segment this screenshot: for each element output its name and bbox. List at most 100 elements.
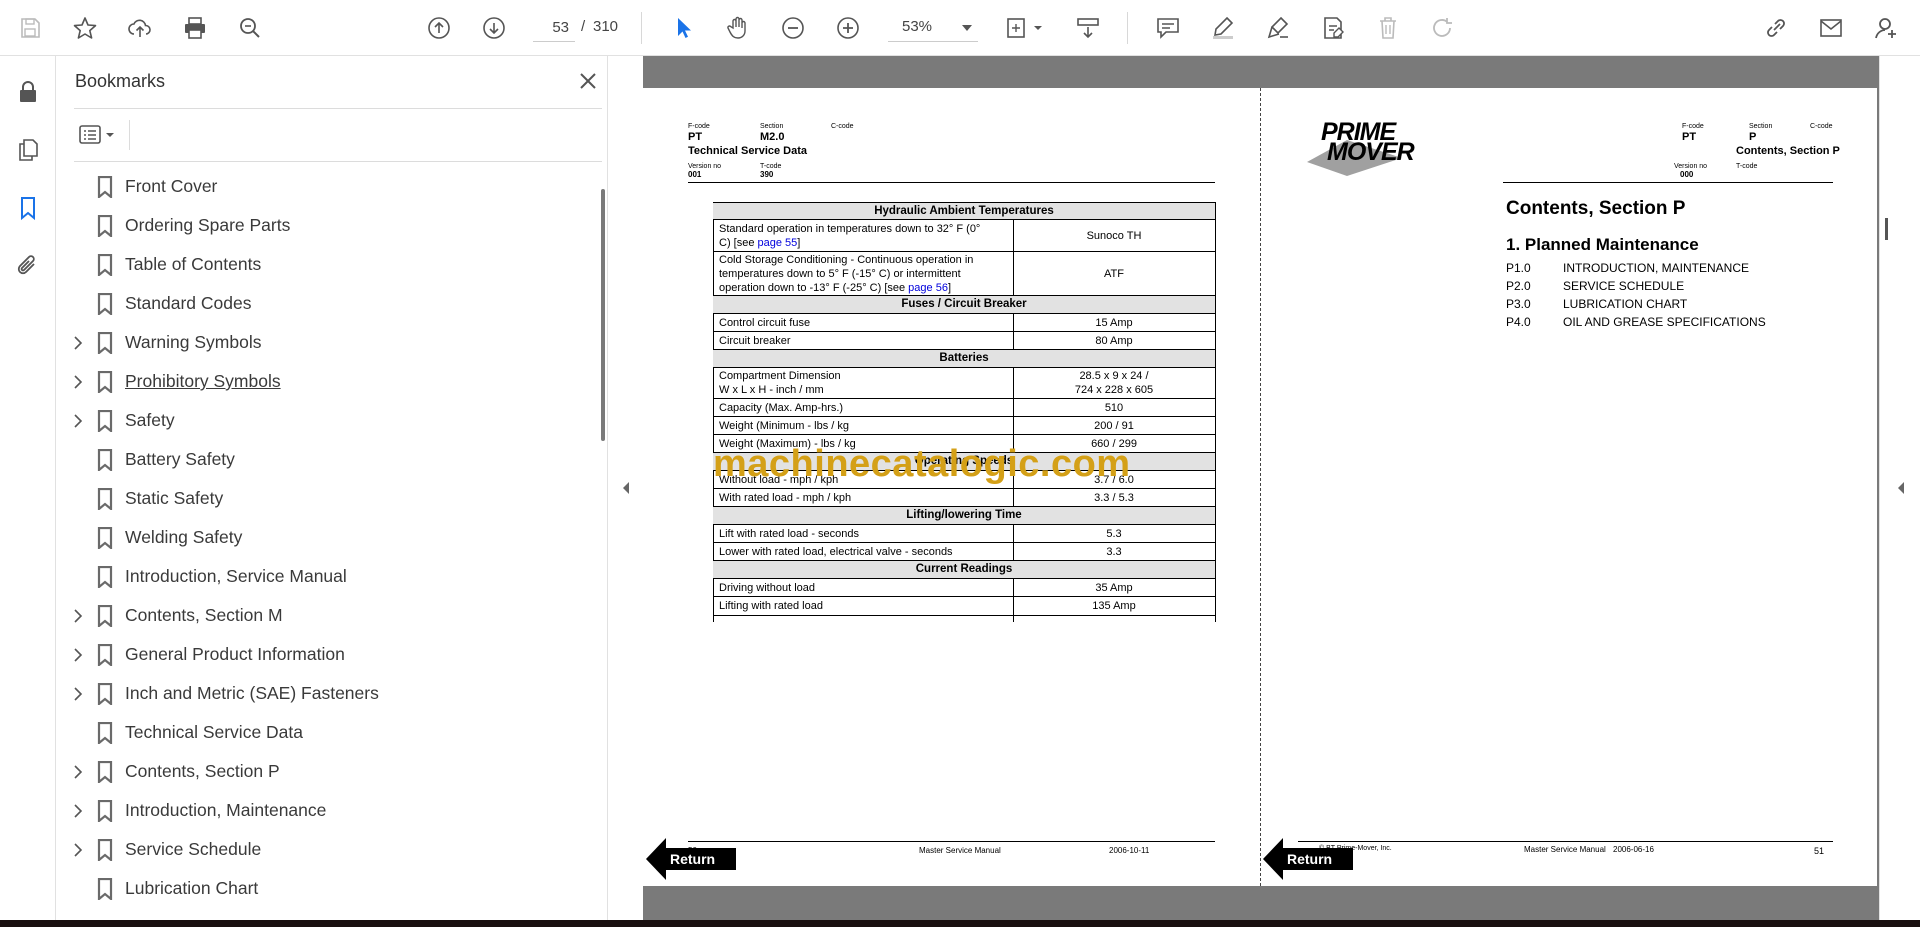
bookmark-item[interactable]: Contents, Section P	[57, 753, 577, 792]
scroll-mode-icon[interactable]	[1072, 12, 1104, 44]
pages-thumbnail-icon[interactable]	[12, 134, 44, 166]
return-button[interactable]: Return	[1263, 838, 1353, 880]
footer-rule	[688, 841, 1215, 842]
section-value: P	[1749, 131, 1757, 143]
toc-entry[interactable]: OIL AND GREASE SPECIFICATIONS	[1563, 315, 1766, 329]
chevron-right-icon[interactable]	[71, 412, 85, 430]
hand-tool-icon[interactable]	[722, 12, 754, 44]
table-cell: Cold Storage Conditioning - Continuous o…	[719, 254, 974, 294]
toc-number[interactable]: P2.0	[1506, 279, 1531, 293]
footer-rule	[1298, 841, 1833, 842]
email-icon[interactable]	[1815, 12, 1847, 44]
toc-entry[interactable]: LUBRICATION CHART	[1563, 297, 1687, 311]
bookmark-item[interactable]: Service Schedule	[57, 831, 577, 870]
chevron-right-icon[interactable]	[71, 841, 85, 859]
table-cell: Lift with rated load - seconds	[719, 528, 860, 540]
bookmark-item[interactable]: Introduction, Service Manual	[57, 558, 577, 597]
table-section-header: Lifting/lowering Time	[713, 507, 1215, 525]
upload-cloud-icon[interactable]	[124, 12, 156, 44]
redo-icon[interactable]	[1427, 12, 1459, 44]
close-icon[interactable]	[575, 68, 601, 94]
previous-page-icon[interactable]	[423, 12, 455, 44]
lock-icon[interactable]	[12, 76, 44, 108]
page-link[interactable]: page 56	[908, 282, 948, 294]
bookmark-item[interactable]: Safety	[57, 402, 577, 441]
bookmark-item[interactable]: Standard Codes	[57, 285, 577, 324]
page-link[interactable]: page 55	[758, 237, 798, 249]
zoom-in-icon[interactable]	[832, 12, 864, 44]
bookmark-item[interactable]: Contents, Section M	[57, 597, 577, 636]
chevron-right-icon[interactable]	[71, 646, 85, 664]
bookmark-label: Lubrication Chart	[125, 878, 259, 898]
bookmark-item[interactable]: Table of Contents	[57, 246, 577, 285]
draw-pen-icon[interactable]	[1262, 12, 1294, 44]
page-spread: F-code Section C-code PT M2.0 Technical …	[643, 88, 1877, 886]
footer-date: 2006-06-16	[1613, 845, 1654, 854]
expand-panel-icon[interactable]	[1896, 480, 1906, 496]
chevron-right-icon[interactable]	[71, 373, 85, 391]
toc-number[interactable]: P3.0	[1506, 297, 1531, 311]
toc-entry[interactable]: SERVICE SCHEDULE	[1563, 279, 1684, 293]
print-icon[interactable]	[179, 12, 211, 44]
add-user-icon[interactable]	[1870, 12, 1902, 44]
toc-entry[interactable]: INTRODUCTION, MAINTENANCE	[1563, 261, 1749, 275]
chevron-right-icon[interactable]	[71, 607, 85, 625]
panel-title: Bookmarks	[75, 71, 166, 91]
page-number-input[interactable]	[533, 14, 575, 42]
table-cell: Compartment Dimension W x L x H - inch / …	[719, 370, 841, 396]
document-viewport[interactable]: F-code Section C-code PT M2.0 Technical …	[643, 56, 1879, 920]
edit-text-icon[interactable]	[1317, 12, 1349, 44]
bookmark-item[interactable]: Battery Safety	[57, 441, 577, 480]
bookmark-item[interactable]: Technical Service Data	[57, 714, 577, 753]
panel-resize-handle[interactable]	[607, 56, 643, 920]
table-cell: Capacity (Max. Amp-hrs.)	[719, 402, 844, 414]
bookmark-item[interactable]: Inch and Metric (SAE) Fasteners	[57, 675, 577, 714]
zoom-search-icon[interactable]	[234, 12, 266, 44]
bookmark-item[interactable]: Lubrication Chart	[57, 870, 577, 909]
comment-icon[interactable]	[1152, 12, 1184, 44]
bookmark-item[interactable]: Warning Symbols	[57, 324, 577, 363]
divider	[74, 161, 602, 162]
document-scrollbar-thumb[interactable]	[1885, 218, 1888, 240]
bookmark-item[interactable]: Front Cover	[57, 168, 577, 207]
toc-number[interactable]: P4.0	[1506, 315, 1531, 329]
scrollbar-thumb[interactable]	[601, 189, 605, 441]
prime-mover-logo: PRIME MOVER	[1307, 118, 1442, 180]
fit-page-icon[interactable]	[1000, 12, 1048, 44]
bookmark-item[interactable]: Welding Safety	[57, 519, 577, 558]
bookmark-label: Battery Safety	[125, 449, 235, 469]
chevron-right-icon[interactable]	[71, 334, 85, 352]
bookmark-item[interactable]: Ordering Spare Parts	[57, 207, 577, 246]
return-button[interactable]: Return	[646, 838, 736, 880]
table-row: Lift with rated load - seconds 5.3	[713, 525, 1215, 543]
bookmarks-icon[interactable]	[12, 192, 44, 224]
chevron-right-icon[interactable]	[71, 763, 85, 781]
table-cell: 3.3 / 5.3	[1094, 492, 1134, 504]
bookmarks-panel: Bookmarks Front Cover Ordering Spare Part…	[57, 56, 607, 920]
table-row: Cold Storage Conditioning - Continuous o…	[713, 252, 1215, 296]
select-cursor-icon[interactable]	[667, 12, 699, 44]
bookmark-label: Standard Codes	[125, 293, 252, 313]
toc-number[interactable]: P1.0	[1506, 261, 1531, 275]
table-cell: Weight (Minimum - lbs / kg	[719, 420, 849, 432]
bookmark-item[interactable]: Introduction, Maintenance	[57, 792, 577, 831]
chevron-right-icon[interactable]	[71, 685, 85, 703]
section-label: Section	[760, 123, 784, 130]
table-cell: Sunoco TH	[1086, 230, 1142, 242]
bookmark-item[interactable]: Static Safety	[57, 480, 577, 519]
next-page-icon[interactable]	[478, 12, 510, 44]
star-icon[interactable]	[69, 12, 101, 44]
bookmark-item[interactable]: Prohibitory Symbols	[57, 363, 577, 402]
delete-icon[interactable]	[1372, 12, 1404, 44]
zoom-out-icon[interactable]	[777, 12, 809, 44]
table-cell: 200 / 91	[1094, 420, 1134, 432]
bookmark-options-button[interactable]	[75, 120, 121, 150]
highlight-pen-icon[interactable]	[1207, 12, 1239, 44]
zoom-dropdown[interactable]: 53%	[888, 14, 978, 42]
table-cell: 510	[1104, 402, 1124, 414]
chevron-right-icon[interactable]	[71, 802, 85, 820]
attachment-icon[interactable]	[12, 250, 44, 282]
bookmark-item[interactable]: General Product Information	[57, 636, 577, 675]
share-link-icon[interactable]	[1760, 12, 1792, 44]
save-icon[interactable]	[14, 12, 46, 44]
